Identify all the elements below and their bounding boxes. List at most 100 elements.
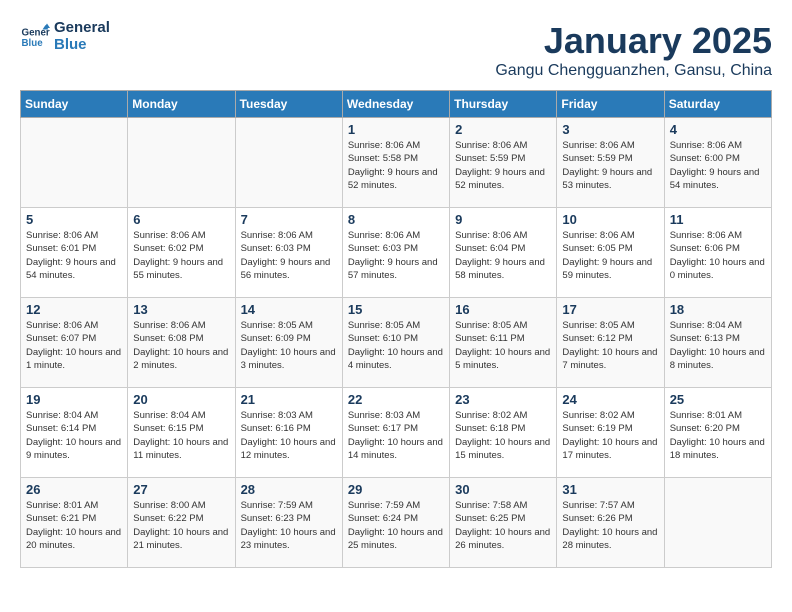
day-number: 24 (562, 392, 658, 407)
weekday-header-sunday: Sunday (21, 91, 128, 118)
day-info: Sunrise: 7:58 AM Sunset: 6:25 PM Dayligh… (455, 499, 551, 552)
weekday-header-thursday: Thursday (450, 91, 557, 118)
day-info: Sunrise: 8:05 AM Sunset: 6:10 PM Dayligh… (348, 319, 444, 372)
day-info: Sunrise: 8:05 AM Sunset: 6:12 PM Dayligh… (562, 319, 658, 372)
page-header: General Blue General Blue January 2025 G… (20, 20, 772, 80)
day-number: 4 (670, 122, 766, 137)
day-info: Sunrise: 8:04 AM Sunset: 6:14 PM Dayligh… (26, 409, 122, 462)
weekday-header-monday: Monday (128, 91, 235, 118)
calendar-cell: 26 Sunrise: 8:01 AM Sunset: 6:21 PM Dayli… (21, 478, 128, 568)
day-number: 11 (670, 212, 766, 227)
weekday-header-friday: Friday (557, 91, 664, 118)
calendar-cell (128, 118, 235, 208)
calendar-cell: 8Sunrise: 8:06 AM Sunset: 6:03 PM Daylig… (342, 208, 449, 298)
day-info: Sunrise: 8:06 AM Sunset: 6:07 PM Dayligh… (26, 319, 122, 372)
calendar-cell: 6 Sunrise: 8:06 AM Sunset: 6:02 PM Daylig… (128, 208, 235, 298)
day-number: 19 (26, 392, 122, 407)
day-info: Sunrise: 7:57 AM Sunset: 6:26 PM Dayligh… (562, 499, 658, 552)
calendar-cell: 9Sunrise: 8:06 AM Sunset: 6:04 PM Daylig… (450, 208, 557, 298)
day-info: Sunrise: 8:05 AM Sunset: 6:11 PM Dayligh… (455, 319, 551, 372)
day-number: 29 (348, 482, 444, 497)
weekday-header-wednesday: Wednesday (342, 91, 449, 118)
calendar-cell: 18 Sunrise: 8:04 AM Sunset: 6:13 PM Dayli… (664, 298, 771, 388)
logo-general: General (54, 20, 110, 37)
day-info: Sunrise: 8:06 AM Sunset: 6:00 PM Dayligh… (670, 139, 766, 192)
day-info: Sunrise: 8:01 AM Sunset: 6:20 PM Dayligh… (670, 409, 766, 462)
week-row-3: 12 Sunrise: 8:06 AM Sunset: 6:07 PM Dayli… (21, 298, 772, 388)
day-number: 22 (348, 392, 444, 407)
day-info: Sunrise: 8:06 AM Sunset: 6:04 PM Dayligh… (455, 229, 551, 282)
day-number: 28 (241, 482, 337, 497)
calendar-cell: 1 Sunrise: 8:06 AM Sunset: 5:58 PM Daylig… (342, 118, 449, 208)
calendar-cell: 29 Sunrise: 7:59 AM Sunset: 6:24 PM Dayli… (342, 478, 449, 568)
day-number: 27 (133, 482, 229, 497)
day-info: Sunrise: 7:59 AM Sunset: 6:24 PM Dayligh… (348, 499, 444, 552)
location: Gangu Chengguanzhen, Gansu, China (495, 62, 772, 80)
calendar-cell: 5 Sunrise: 8:06 AM Sunset: 6:01 PM Daylig… (21, 208, 128, 298)
day-number: 26 (26, 482, 122, 497)
day-number: 5 (26, 212, 122, 227)
day-info: Sunrise: 8:02 AM Sunset: 6:18 PM Dayligh… (455, 409, 551, 462)
calendar-cell: 3Sunrise: 8:06 AM Sunset: 5:59 PM Daylig… (557, 118, 664, 208)
day-number: 8 (348, 212, 444, 227)
day-info: Sunrise: 8:00 AM Sunset: 6:22 PM Dayligh… (133, 499, 229, 552)
day-info: Sunrise: 8:06 AM Sunset: 6:01 PM Dayligh… (26, 229, 122, 282)
calendar-cell (21, 118, 128, 208)
day-info: Sunrise: 8:06 AM Sunset: 5:58 PM Dayligh… (348, 139, 444, 192)
calendar-cell: 16 Sunrise: 8:05 AM Sunset: 6:11 PM Dayli… (450, 298, 557, 388)
calendar-cell: 15 Sunrise: 8:05 AM Sunset: 6:10 PM Dayli… (342, 298, 449, 388)
day-number: 23 (455, 392, 551, 407)
day-info: Sunrise: 8:06 AM Sunset: 6:02 PM Dayligh… (133, 229, 229, 282)
day-info: Sunrise: 8:03 AM Sunset: 6:16 PM Dayligh… (241, 409, 337, 462)
calendar-table: SundayMondayTuesdayWednesdayThursdayFrid… (20, 90, 772, 568)
day-info: Sunrise: 8:02 AM Sunset: 6:19 PM Dayligh… (562, 409, 658, 462)
day-number: 17 (562, 302, 658, 317)
day-number: 1 (348, 122, 444, 137)
month-title: January 2025 (495, 20, 772, 62)
day-info: Sunrise: 8:04 AM Sunset: 6:15 PM Dayligh… (133, 409, 229, 462)
calendar-cell: 21 Sunrise: 8:03 AM Sunset: 6:16 PM Dayli… (235, 388, 342, 478)
week-row-4: 19 Sunrise: 8:04 AM Sunset: 6:14 PM Dayli… (21, 388, 772, 478)
svg-text:Blue: Blue (22, 38, 44, 49)
calendar-cell: 28Sunrise: 7:59 AM Sunset: 6:23 PM Dayli… (235, 478, 342, 568)
calendar-cell: 4 Sunrise: 8:06 AM Sunset: 6:00 PM Daylig… (664, 118, 771, 208)
day-number: 14 (241, 302, 337, 317)
weekday-header-row: SundayMondayTuesdayWednesdayThursdayFrid… (21, 91, 772, 118)
day-number: 7 (241, 212, 337, 227)
day-info: Sunrise: 8:06 AM Sunset: 6:08 PM Dayligh… (133, 319, 229, 372)
day-info: Sunrise: 8:06 AM Sunset: 6:03 PM Dayligh… (241, 229, 337, 282)
calendar-cell (664, 478, 771, 568)
weekday-header-tuesday: Tuesday (235, 91, 342, 118)
day-number: 10 (562, 212, 658, 227)
calendar-cell: 17 Sunrise: 8:05 AM Sunset: 6:12 PM Dayli… (557, 298, 664, 388)
day-info: Sunrise: 8:03 AM Sunset: 6:17 PM Dayligh… (348, 409, 444, 462)
calendar-cell: 14Sunrise: 8:05 AM Sunset: 6:09 PM Dayli… (235, 298, 342, 388)
calendar-cell: 24 Sunrise: 8:02 AM Sunset: 6:19 PM Dayli… (557, 388, 664, 478)
calendar-cell: 7 Sunrise: 8:06 AM Sunset: 6:03 PM Daylig… (235, 208, 342, 298)
calendar-cell: 13Sunrise: 8:06 AM Sunset: 6:08 PM Dayli… (128, 298, 235, 388)
day-number: 31 (562, 482, 658, 497)
day-number: 16 (455, 302, 551, 317)
weekday-header-saturday: Saturday (664, 91, 771, 118)
day-info: Sunrise: 8:06 AM Sunset: 6:05 PM Dayligh… (562, 229, 658, 282)
day-info: Sunrise: 8:01 AM Sunset: 6:21 PM Dayligh… (26, 499, 122, 552)
day-number: 12 (26, 302, 122, 317)
day-number: 21 (241, 392, 337, 407)
day-info: Sunrise: 8:04 AM Sunset: 6:13 PM Dayligh… (670, 319, 766, 372)
calendar-cell (235, 118, 342, 208)
calendar-cell: 19 Sunrise: 8:04 AM Sunset: 6:14 PM Dayli… (21, 388, 128, 478)
day-number: 20 (133, 392, 229, 407)
calendar-cell: 20 Sunrise: 8:04 AM Sunset: 6:15 PM Dayli… (128, 388, 235, 478)
logo-icon: General Blue (20, 22, 50, 52)
day-number: 18 (670, 302, 766, 317)
logo-blue: Blue (54, 37, 110, 54)
calendar-cell: 11Sunrise: 8:06 AM Sunset: 6:06 PM Dayli… (664, 208, 771, 298)
logo: General Blue General Blue (20, 20, 110, 53)
day-number: 15 (348, 302, 444, 317)
week-row-2: 5 Sunrise: 8:06 AM Sunset: 6:01 PM Daylig… (21, 208, 772, 298)
calendar-cell: 10 Sunrise: 8:06 AM Sunset: 6:05 PM Dayli… (557, 208, 664, 298)
day-info: Sunrise: 8:06 AM Sunset: 5:59 PM Dayligh… (562, 139, 658, 192)
day-number: 25 (670, 392, 766, 407)
calendar-cell: 27 Sunrise: 8:00 AM Sunset: 6:22 PM Dayli… (128, 478, 235, 568)
day-number: 6 (133, 212, 229, 227)
